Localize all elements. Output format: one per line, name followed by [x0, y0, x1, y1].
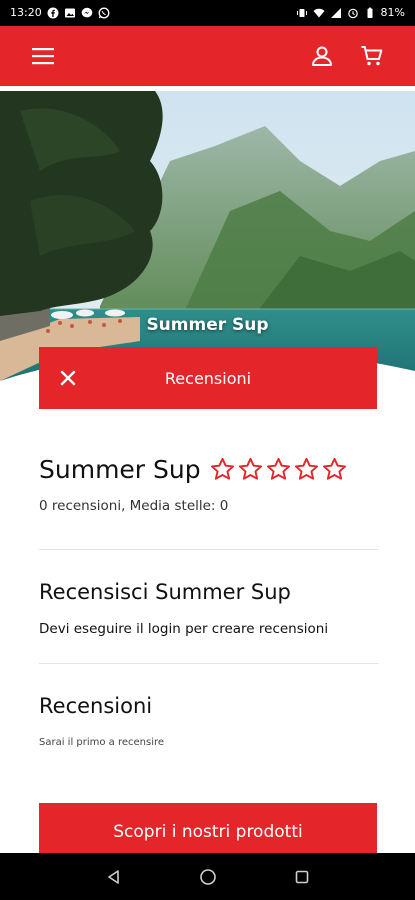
- product-summary: Summer Sup 0 recensioni, Media stelle: 0: [39, 455, 379, 514]
- status-time: 13:20: [10, 6, 42, 19]
- star-icon: [294, 457, 318, 480]
- back-button[interactable]: [103, 866, 125, 888]
- reviews-bar-title: Recensioni: [164, 368, 252, 388]
- discover-products-button[interactable]: Scopri i nostri prodotti: [39, 803, 377, 855]
- reviews-section-title: Recensioni: [39, 694, 153, 718]
- messenger-icon: [81, 7, 93, 18]
- system-nav-bar: [0, 853, 415, 900]
- star-icon: [210, 457, 234, 480]
- back-icon: [107, 869, 119, 884]
- header-actions: [309, 43, 385, 69]
- write-review-title: Recensisci Summer Sup: [39, 580, 291, 604]
- status-bar: 13:20 81%: [0, 0, 415, 26]
- no-reviews-message: Sarai il primo a recensire: [39, 737, 165, 748]
- product-title: Summer Sup: [39, 455, 201, 484]
- star-icon: [238, 457, 262, 480]
- account-button[interactable]: [309, 43, 335, 69]
- wifi-icon: [313, 8, 325, 18]
- reviews-header-bar: Recensioni: [39, 347, 377, 409]
- user-icon: [312, 46, 332, 66]
- star-icon: [266, 457, 290, 480]
- app-header: [0, 26, 415, 86]
- status-right: 81%: [296, 7, 405, 19]
- home-icon: [199, 868, 216, 885]
- facebook-icon: [47, 7, 59, 19]
- signal-icon: [330, 8, 341, 18]
- rating-summary: 0 recensioni, Media stelle: 0: [39, 498, 229, 514]
- hero-banner: Summer Sup: [0, 91, 415, 391]
- cart-button[interactable]: [359, 43, 385, 69]
- alarm-icon: [347, 8, 358, 19]
- menu-button[interactable]: [30, 43, 56, 69]
- battery-level: 81%: [380, 6, 405, 19]
- hero-image: [0, 91, 415, 391]
- star-rating: [209, 456, 348, 483]
- section-divider: [39, 663, 379, 664]
- hero-title: Summer Sup: [146, 315, 269, 335]
- home-button[interactable]: [197, 866, 219, 888]
- menu-icon: [32, 48, 54, 65]
- cart-icon: [361, 46, 383, 66]
- star-icon: [322, 457, 346, 480]
- recents-button[interactable]: [291, 866, 313, 888]
- close-icon[interactable]: [57, 367, 79, 389]
- recents-icon: [295, 870, 308, 883]
- whatsapp-icon: [98, 7, 110, 19]
- discover-products-label: Scopri i nostri prodotti: [113, 822, 303, 842]
- vibrate-icon: [296, 9, 307, 17]
- section-divider: [39, 549, 379, 550]
- status-left: 13:20: [10, 7, 110, 19]
- battery-icon: [367, 7, 373, 18]
- gallery-icon: [64, 8, 75, 18]
- login-required-message: Devi eseguire il login per creare recens…: [39, 621, 329, 637]
- product-title-row: Summer Sup: [39, 455, 379, 484]
